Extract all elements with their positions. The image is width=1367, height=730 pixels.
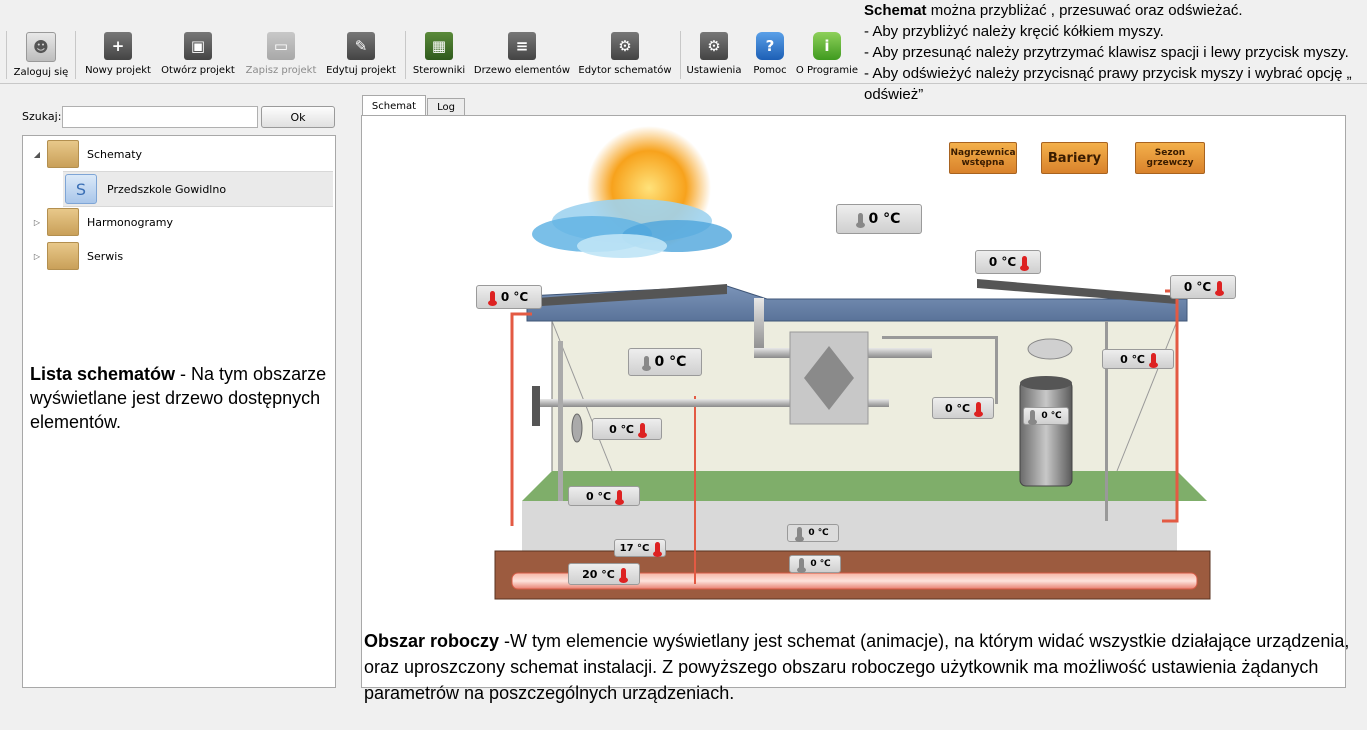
ok-button[interactable]: Ok — [261, 106, 335, 128]
help-label: Pomoc — [753, 65, 787, 76]
thermometer-icon — [618, 568, 628, 583]
thermometer-icon — [637, 423, 647, 438]
open-project-icon: ▣ — [184, 32, 212, 60]
search-label: Szukaj: — [22, 110, 62, 123]
toolbar-separator — [75, 31, 76, 79]
save-project-button[interactable]: ▭ Zapisz projekt — [243, 27, 319, 83]
folder-icon — [47, 208, 79, 236]
thermometer-icon — [653, 542, 663, 557]
help-icon: ? — [756, 32, 784, 60]
about-label: O Programie — [795, 65, 859, 76]
ground-temperature-2[interactable]: 0 ℃ — [789, 555, 841, 573]
heater-temperature[interactable]: 0 ℃ — [592, 418, 662, 440]
schema-editor-icon: ⚙ — [611, 32, 639, 60]
tree-item-harmonogramy[interactable]: ▷ Harmonogramy — [27, 205, 173, 239]
tree-item-label: Przedszkole Gowidlno — [107, 182, 227, 196]
open-project-label: Otwórz projekt — [161, 65, 235, 76]
tree-item-serwis[interactable]: ▷ Serwis — [27, 239, 123, 273]
element-tree-label: Drzewo elementów — [473, 65, 571, 76]
thermometer-icon — [1215, 281, 1225, 296]
element-tree-button[interactable]: ≡ Drzewo elementów — [472, 27, 572, 83]
schema-file-icon: S — [65, 174, 97, 204]
new-project-icon: + — [104, 32, 132, 60]
roof-center-temperature[interactable]: 0 °C — [975, 250, 1041, 274]
folder-icon — [47, 242, 79, 270]
edit-project-icon: ✎ — [347, 32, 375, 60]
expand-arrow-icon[interactable]: ▷ — [27, 218, 47, 227]
schema-help-callout: Schemat można przybliżać , przesuwać ora… — [864, 2, 1352, 103]
sun-cloud-icon — [532, 126, 732, 258]
bariery-button[interactable]: Bariery — [1041, 142, 1108, 174]
schema-editor-label: Edytor schematów — [578, 65, 672, 76]
supply-temperature[interactable]: 17 °C — [614, 539, 666, 557]
settings-button[interactable]: ⚙ Ustawienia — [685, 27, 743, 83]
user-icon: ☻ — [26, 32, 56, 62]
duct-temperature[interactable]: 0 °C — [932, 397, 994, 419]
sezon-grzewczy-button[interactable]: Sezon grzewczy — [1135, 142, 1205, 174]
tree-item-przedszkole[interactable]: S Przedszkole Gowidlno — [63, 171, 333, 207]
info-icon: i — [813, 32, 841, 60]
thermometer-icon — [795, 527, 805, 542]
toolbar-separator — [6, 31, 7, 79]
login-button[interactable]: ☻ Zaloguj się — [12, 27, 70, 83]
room-temperature[interactable]: 0 °C — [628, 348, 702, 376]
tree-item-label: Schematy — [87, 147, 143, 161]
settings-label: Ustawienia — [686, 65, 742, 76]
toolbar-separator — [405, 31, 406, 79]
device-temperature[interactable]: 0 ℃ — [1102, 349, 1174, 369]
new-project-label: Nowy projekt — [85, 65, 151, 76]
collapse-arrow-icon[interactable]: ◢ — [27, 150, 47, 159]
floor-temperature[interactable]: 0 °C — [568, 486, 640, 506]
thermometer-icon — [1020, 256, 1030, 271]
tank-temperature[interactable]: 0 ℃ — [1023, 407, 1069, 425]
tab-log[interactable]: Log — [427, 98, 465, 116]
schema-diagram — [494, 126, 1211, 600]
settings-icon: ⚙ — [700, 32, 728, 60]
tree-item-label: Harmonogramy — [87, 215, 173, 229]
help-button[interactable]: ? Pomoc — [748, 27, 792, 83]
thermometer-icon — [974, 402, 984, 417]
thermometer-icon — [641, 356, 651, 371]
thermometer-icon — [855, 213, 865, 228]
edit-project-label: Edytuj projekt — [326, 65, 396, 76]
login-label: Zaloguj się — [13, 67, 69, 78]
thermometer-icon — [615, 490, 625, 505]
expand-arrow-icon[interactable]: ▷ — [27, 252, 47, 261]
controller-icon: ▦ — [425, 32, 453, 60]
new-project-button[interactable]: + Nowy projekt — [82, 27, 154, 83]
search-input[interactable] — [62, 106, 258, 128]
toolbar-separator — [680, 31, 681, 79]
workspace-callout: Obszar roboczy -W tym elemencie wyświetl… — [364, 631, 1350, 703]
element-tree-icon: ≡ — [508, 32, 536, 60]
roof-right-temperature[interactable]: 0 °C — [1170, 275, 1236, 299]
tree-item-schematy[interactable]: ◢ Schematy — [27, 137, 142, 171]
thermometer-icon — [487, 291, 497, 306]
edit-project-button[interactable]: ✎ Edytuj projekt — [323, 27, 399, 83]
controllers-label: Sterowniki — [412, 65, 466, 76]
tree-item-label: Serwis — [87, 249, 124, 263]
tab-schemat[interactable]: Schemat — [362, 95, 426, 116]
roof-left-temperature[interactable]: 0 °C — [476, 285, 542, 309]
thermometer-icon — [1148, 353, 1158, 368]
open-project-button[interactable]: ▣ Otwórz projekt — [158, 27, 238, 83]
thermometer-icon — [797, 558, 807, 573]
thermometer-icon — [1028, 410, 1038, 425]
schema-list-callout: Lista schematów - Na tym obszarze wyświe… — [30, 364, 327, 432]
about-button[interactable]: i O Programie — [795, 27, 859, 83]
folder-icon — [47, 140, 79, 168]
save-project-icon: ▭ — [267, 32, 295, 60]
workspace[interactable]: Nagrzewnica wstępna Bariery Sezon grzewc… — [361, 115, 1346, 688]
ground-temperature-1[interactable]: 0 ℃ — [787, 524, 839, 542]
schema-editor-button[interactable]: ⚙ Edytor schematów — [576, 27, 674, 83]
save-project-label: Zapisz projekt — [245, 65, 317, 76]
nagrzewnica-button[interactable]: Nagrzewnica wstępna — [949, 142, 1017, 174]
controllers-button[interactable]: ▦ Sterowniki — [410, 27, 468, 83]
return-temperature[interactable]: 20 °C — [568, 563, 640, 585]
outdoor-temperature[interactable]: 0 °C — [836, 204, 922, 234]
